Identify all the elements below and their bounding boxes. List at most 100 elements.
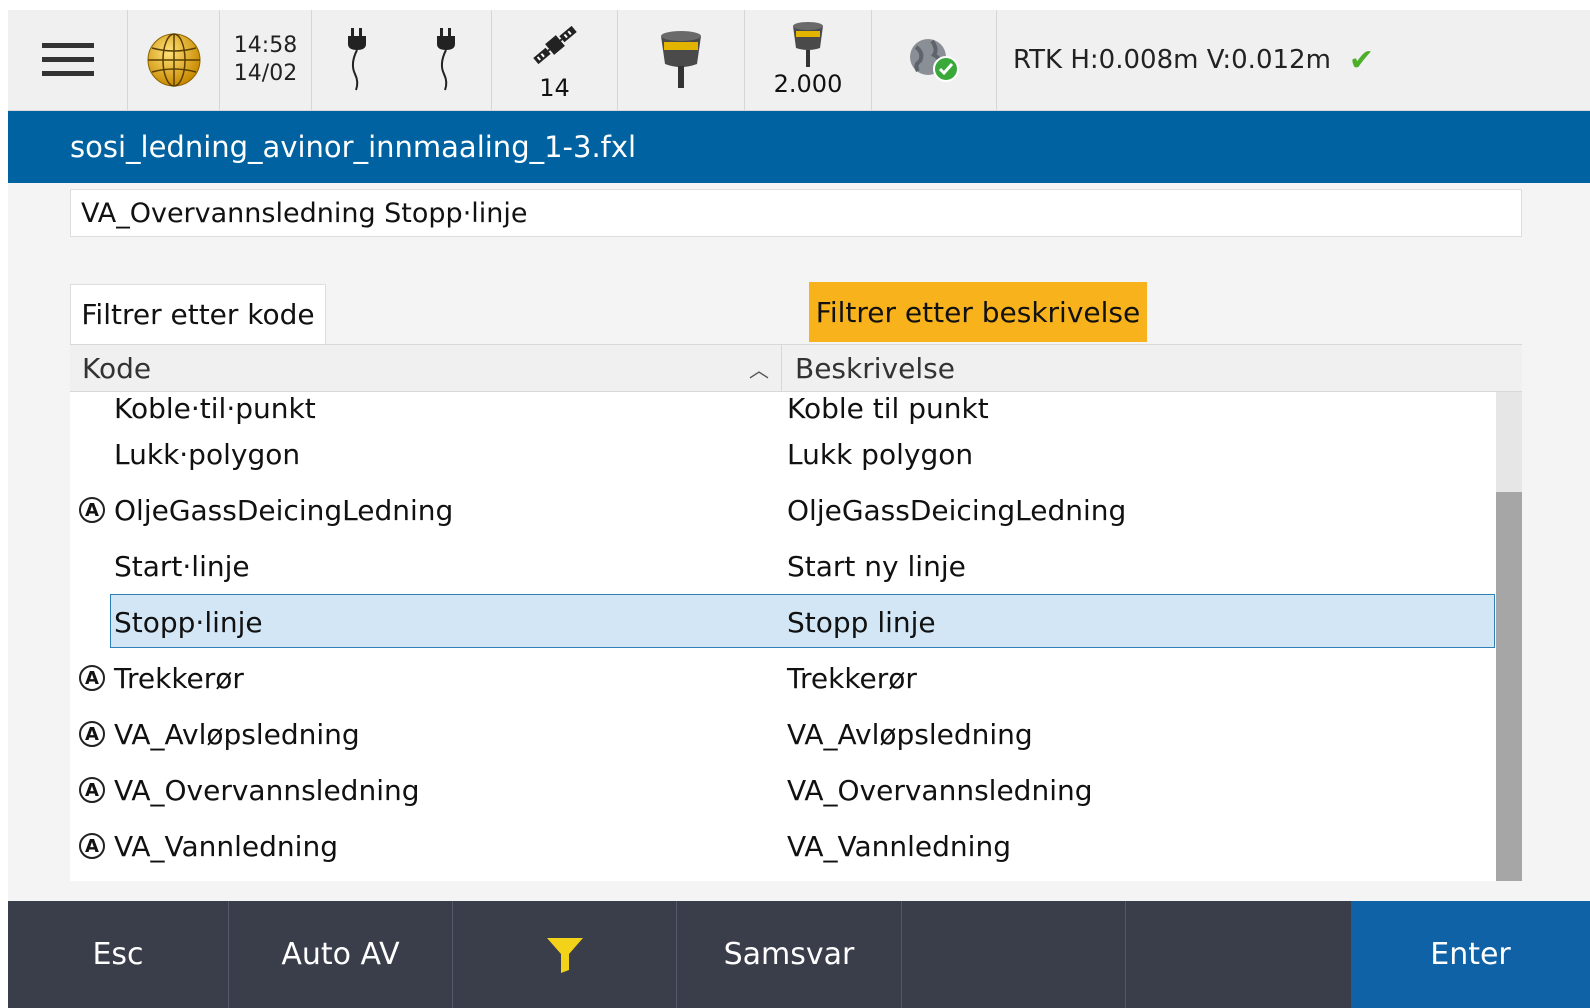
description-text: VA_Vannledning: [787, 829, 1011, 863]
scrollbar-thumb[interactable]: [1496, 492, 1522, 881]
description-cell: Lukk polygon: [782, 438, 1522, 471]
description-cell: Trekkerør: [782, 662, 1522, 695]
table-row[interactable]: A VA_Vannledning VA_Vannledning: [70, 818, 1522, 874]
title-bar: sosi_ledning_avinor_innmaaling_1-3.fxl: [8, 111, 1590, 183]
attribute-icon: A: [79, 833, 105, 859]
rtk-text: RTK H:0.008m V:0.012m: [1013, 45, 1331, 75]
selected-code-text: VA_Overvannsledning Stopp·linje: [81, 197, 528, 229]
code-text: OljeGassDeicingLedning: [114, 493, 454, 527]
table-row[interactable]: A Trekkerør Trekkerør: [70, 650, 1522, 706]
table-row[interactable]: A VA_Avløpsledning VA_Avløpsledning: [70, 706, 1522, 762]
description-text: Stopp linje: [787, 605, 936, 639]
rtk-precision[interactable]: RTK H:0.008m V:0.012m ✔: [997, 10, 1590, 110]
plug-icon: [347, 28, 366, 91]
code-cell: A OljeGassDeicingLedning: [70, 494, 782, 527]
enter-label: Enter: [1430, 937, 1511, 972]
code-text: Trekkerør: [114, 661, 244, 695]
match-button[interactable]: Samsvar: [677, 901, 902, 1008]
attribute-indicator: A: [70, 497, 114, 523]
code-text: Start·linje: [114, 549, 250, 583]
auto-label: Auto AV: [281, 937, 400, 972]
column-header-description-label: Beskrivelse: [795, 351, 955, 385]
time-text: 14:58: [233, 33, 298, 58]
code-table: Kode ︿ Beskrivelse Koble·til·punkt Koble …: [70, 344, 1522, 881]
attribute-icon: A: [79, 777, 105, 803]
attribute-indicator: A: [70, 777, 114, 803]
satellite-icon: [532, 25, 577, 65]
plug-icon: [437, 28, 456, 91]
description-text: Lukk polygon: [787, 437, 974, 471]
network-globe-icon: [910, 39, 959, 82]
softkey-empty-1[interactable]: [902, 901, 1126, 1008]
table-header: Kode ︿ Beskrivelse: [70, 344, 1522, 392]
code-picker: VA_Overvannsledning Stopp·linje Filtrer …: [8, 183, 1590, 901]
date-text: 14/02: [233, 61, 298, 86]
clock: 14:58 14/02: [220, 10, 312, 110]
filter-by-description-button[interactable]: Filtrer etter beskrivelse: [809, 282, 1147, 342]
check-icon: ✔: [1348, 42, 1375, 78]
menu-icon: [41, 43, 94, 76]
description-cell: Koble til punkt: [782, 392, 1522, 425]
sort-ascending-icon: ︿: [749, 357, 769, 382]
code-text: VA_Avløpsledning: [114, 717, 360, 751]
match-label: Samsvar: [723, 937, 855, 972]
code-cell: A Trekkerør: [70, 662, 782, 695]
column-header-code[interactable]: Kode ︿: [70, 345, 782, 391]
gnss-receiver-icon: [661, 31, 701, 88]
filter-button[interactable]: [453, 901, 677, 1008]
table-row[interactable]: A OljeGassDeicingLedning OljeGassDeicingLe…: [70, 482, 1522, 538]
filter-icon: [546, 937, 583, 973]
code-cell: Lukk·polygon: [70, 438, 782, 471]
code-cell: A VA_Avløpsledning: [70, 718, 782, 751]
satellite-status[interactable]: 14: [492, 10, 618, 110]
network-status[interactable]: [872, 10, 997, 110]
description-text: VA_Overvannsledning: [787, 773, 1093, 807]
filter-by-code-label: Filtrer etter kode: [81, 298, 315, 331]
satellite-count: 14: [539, 74, 570, 102]
description-text: Trekkerør: [787, 661, 917, 695]
table-row[interactable]: A VA_Overvannsledning VA_Overvannsledning: [70, 762, 1522, 818]
globe-button[interactable]: [128, 10, 220, 110]
filter-by-description-label: Filtrer etter beskrivelse: [815, 295, 1141, 329]
page-title: sosi_ledning_avinor_innmaaling_1-3.fxl: [70, 130, 637, 164]
globe-icon: [147, 33, 200, 87]
description-text: Koble til punkt: [787, 391, 989, 425]
softkey-bar: Esc Auto AV Samsvar Enter: [8, 901, 1590, 1008]
menu-button[interactable]: [8, 10, 128, 110]
code-text: Koble·til·punkt: [114, 391, 316, 425]
description-cell: VA_Overvannsledning: [782, 774, 1522, 807]
description-cell: VA_Avløpsledning: [782, 718, 1522, 751]
softkey-empty-2[interactable]: [1126, 901, 1351, 1008]
attribute-indicator: A: [70, 833, 114, 859]
code-text: Stopp·linje: [114, 605, 263, 639]
table-row[interactable]: Stopp·linje Stopp linje: [70, 594, 1522, 650]
enter-button[interactable]: Enter: [1351, 901, 1590, 1008]
table-row[interactable]: Koble·til·punkt Koble til punkt: [70, 390, 1522, 426]
table-row[interactable]: Lukk·polygon Lukk polygon: [70, 426, 1522, 482]
code-cell: A VA_Vannledning: [70, 830, 782, 863]
attribute-icon: A: [79, 665, 105, 691]
description-text: VA_Avløpsledning: [787, 717, 1033, 751]
antenna-height-value: 2.000: [773, 70, 843, 98]
table-row[interactable]: Start·linje Start ny linje: [70, 538, 1522, 594]
selected-code-field[interactable]: VA_Overvannsledning Stopp·linje: [70, 189, 1522, 237]
antenna-height[interactable]: 2.000: [745, 10, 872, 110]
receiver-status[interactable]: [618, 10, 745, 110]
code-cell: Start·linje: [70, 550, 782, 583]
table-rows: Koble·til·punkt Koble til punkt Lukk·polyg…: [70, 390, 1522, 874]
power-status[interactable]: [312, 10, 492, 110]
receiver-height-icon: [793, 22, 823, 67]
scrollbar[interactable]: [1496, 392, 1522, 881]
code-cell: A VA_Overvannsledning: [70, 774, 782, 807]
esc-button[interactable]: Esc: [8, 901, 229, 1008]
description-text: Start ny linje: [787, 549, 966, 583]
status-bar: 14:58 14/02 14 2.000 RTK H:0.008m V:0.01…: [8, 10, 1590, 111]
esc-label: Esc: [92, 937, 144, 972]
code-text: VA_Overvannsledning: [114, 773, 420, 807]
filter-by-code-button[interactable]: Filtrer etter kode: [70, 284, 326, 344]
auto-button[interactable]: Auto AV: [229, 901, 453, 1008]
column-header-description[interactable]: Beskrivelse: [782, 345, 1522, 391]
column-header-code-label: Kode: [82, 351, 152, 385]
description-cell: VA_Vannledning: [782, 830, 1522, 863]
attribute-indicator: A: [70, 721, 114, 747]
